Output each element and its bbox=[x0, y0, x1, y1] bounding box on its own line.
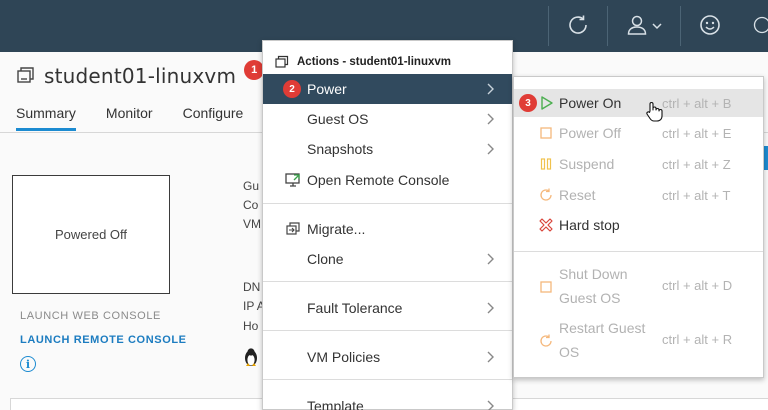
menu-item-fault-tolerance[interactable]: Fault Tolerance bbox=[263, 293, 512, 323]
stop-square-icon bbox=[540, 127, 552, 139]
smiley-feedback-icon[interactable] bbox=[696, 10, 724, 40]
shortcut-label: ctrl + alt + B bbox=[662, 95, 732, 111]
power-item-label: Reset bbox=[559, 186, 596, 203]
shutdown-icon bbox=[540, 281, 552, 293]
power-item-label-line1: Shut Down bbox=[559, 266, 628, 282]
tab-monitor[interactable]: Monitor bbox=[106, 105, 153, 131]
power-item-label-line2: OS bbox=[559, 344, 580, 360]
power-item-label: Hard stop bbox=[559, 216, 620, 233]
chevron-right-icon bbox=[487, 351, 494, 363]
play-icon bbox=[541, 96, 553, 110]
actions-menu-title: Actions - student01-linuxvm bbox=[297, 56, 451, 68]
chevron-right-icon bbox=[487, 302, 494, 314]
console-thumbnail[interactable]: Powered Off bbox=[12, 175, 170, 294]
vm-icon bbox=[275, 55, 289, 68]
vm-icon bbox=[17, 67, 34, 83]
power-item-label: Power Off bbox=[559, 124, 621, 141]
hand-cursor-icon bbox=[646, 102, 663, 122]
summary-label-fragment: Gu bbox=[243, 179, 260, 193]
summary-label-fragment: Ho bbox=[243, 319, 259, 333]
menu-divider bbox=[263, 379, 512, 380]
chevron-right-icon bbox=[487, 143, 494, 155]
suspend-item[interactable]: Suspend ctrl + alt + Z bbox=[514, 150, 763, 178]
power-on-item[interactable]: 3 Power On ctrl + alt + B bbox=[514, 89, 763, 117]
shortcut-label: ctrl + alt + E bbox=[662, 125, 732, 141]
menu-item-vm-policies[interactable]: VM Policies bbox=[263, 342, 512, 372]
menu-item-guest-os[interactable]: Guest OS bbox=[263, 104, 512, 134]
actions-menu-header: Actions - student01-linuxvm bbox=[275, 55, 451, 69]
page-title: student01-linuxvm 1 bbox=[16, 60, 265, 88]
power-item-label: Suspend bbox=[559, 155, 615, 172]
vm-name: student01-linuxvm bbox=[44, 64, 237, 88]
shut-down-guest-os-item[interactable]: Shut Down Guest OS ctrl + alt + D bbox=[514, 263, 763, 311]
menu-item-label: Open Remote Console bbox=[307, 172, 450, 188]
menu-item-label: Fault Tolerance bbox=[307, 300, 403, 316]
chevron-right-icon bbox=[487, 253, 494, 265]
power-item-label-line1: Restart Guest bbox=[559, 320, 646, 336]
chevron-right-icon bbox=[487, 400, 494, 410]
migrate-icon bbox=[286, 222, 300, 235]
summary-label-fragment: VM bbox=[243, 217, 261, 231]
reset-icon bbox=[540, 188, 552, 201]
power-item-label-line2: Guest OS bbox=[559, 290, 621, 306]
shortcut-label: ctrl + alt + D bbox=[662, 278, 733, 293]
header-divider bbox=[607, 6, 608, 46]
menu-item-label: Snapshots bbox=[307, 141, 374, 157]
menu-item-open-remote-console[interactable]: Open Remote Console bbox=[263, 165, 512, 195]
menu-divider bbox=[263, 330, 512, 331]
chevron-right-icon bbox=[487, 113, 494, 125]
shortcut-label: ctrl + alt + T bbox=[662, 187, 731, 203]
vm-tabs: Summary Monitor Configure bbox=[16, 105, 243, 131]
pause-icon bbox=[540, 158, 552, 170]
summary-label-fragment: Co bbox=[243, 198, 259, 212]
launch-remote-console-link[interactable]: LAUNCH REMOTE CONSOLE bbox=[20, 334, 187, 346]
hard-stop-item[interactable]: Hard stop bbox=[514, 211, 763, 239]
info-icon[interactable]: i bbox=[20, 356, 36, 372]
restart-icon bbox=[540, 334, 552, 347]
power-item-label: Power On bbox=[559, 94, 622, 111]
tab-summary[interactable]: Summary bbox=[16, 105, 76, 131]
menu-item-snapshots[interactable]: Snapshots bbox=[263, 134, 512, 164]
launch-web-console-link: LAUNCH WEB CONSOLE bbox=[20, 310, 161, 322]
menu-divider bbox=[263, 203, 512, 204]
user-menu-button[interactable] bbox=[624, 10, 670, 40]
menu-item-label: Guest OS bbox=[307, 111, 369, 127]
power-state-label: Powered Off bbox=[54, 227, 128, 242]
menu-item-label: Migrate... bbox=[307, 221, 366, 237]
actions-menu: Actions - student01-linuxvm 2 Power Gues… bbox=[262, 40, 513, 410]
menu-item-label: VM Policies bbox=[307, 349, 381, 365]
menu-item-template[interactable]: Template bbox=[263, 391, 512, 410]
hard-stop-icon bbox=[539, 218, 553, 232]
menu-item-label: Power bbox=[307, 81, 347, 97]
step-badge-2: 2 bbox=[283, 80, 301, 98]
menu-item-migrate[interactable]: Migrate... bbox=[263, 214, 512, 244]
shortcut-label: ctrl + alt + Z bbox=[662, 156, 731, 172]
summary-label-fragment: DN bbox=[243, 280, 261, 294]
power-submenu: 3 Power On ctrl + alt + B Power Off ctrl… bbox=[513, 76, 764, 378]
shortcut-label: ctrl + alt + R bbox=[662, 332, 733, 347]
menu-item-power[interactable]: 2 Power bbox=[263, 74, 512, 104]
menu-divider bbox=[514, 251, 763, 252]
linux-tux-icon bbox=[245, 348, 257, 366]
refresh-icon[interactable] bbox=[563, 10, 593, 40]
help-icon[interactable] bbox=[752, 10, 768, 40]
menu-item-label: Clone bbox=[307, 251, 344, 267]
header-divider bbox=[548, 6, 549, 46]
reset-item[interactable]: Reset ctrl + alt + T bbox=[514, 181, 763, 209]
menu-item-label: Template bbox=[307, 398, 364, 410]
menu-divider bbox=[263, 281, 512, 282]
user-icon bbox=[627, 15, 662, 35]
tab-configure[interactable]: Configure bbox=[183, 105, 244, 131]
restart-guest-os-item[interactable]: Restart Guest OS ctrl + alt + R bbox=[514, 317, 763, 365]
menu-item-clone[interactable]: Clone bbox=[263, 244, 512, 274]
step-badge-3: 3 bbox=[519, 94, 537, 112]
power-off-item[interactable]: Power Off ctrl + alt + E bbox=[514, 119, 763, 147]
header-divider bbox=[680, 6, 681, 46]
chevron-right-icon bbox=[487, 83, 494, 95]
remote-console-icon bbox=[285, 173, 300, 187]
